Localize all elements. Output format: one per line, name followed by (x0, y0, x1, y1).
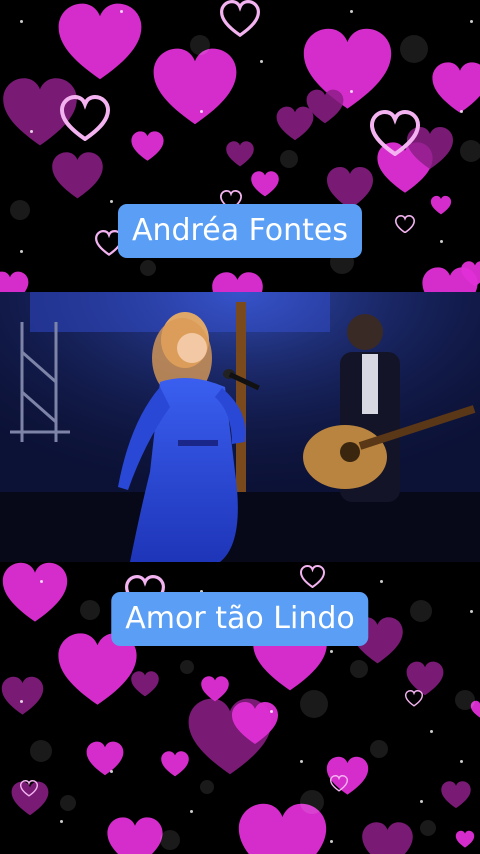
heart-icon (52, 152, 103, 199)
heart-icon (306, 89, 344, 124)
bokeh-light (190, 35, 210, 55)
sparkle (350, 10, 353, 13)
bokeh-light (180, 660, 194, 674)
bokeh-light (200, 780, 214, 794)
heart-icon (1, 676, 44, 715)
sparkle (460, 760, 463, 763)
sparkle (270, 710, 273, 713)
sparkle (440, 240, 443, 243)
heart-icon (441, 781, 471, 809)
sparkle (30, 130, 33, 133)
heart-icon (430, 195, 452, 215)
bokeh-light (300, 690, 328, 718)
bokeh-light (60, 795, 76, 811)
bokeh-light (30, 740, 52, 762)
sparkle (470, 610, 473, 613)
heart-icon (86, 741, 124, 776)
heart-icon (201, 676, 229, 702)
heart-icon (20, 780, 38, 797)
heart-icon (362, 822, 413, 854)
sparkle (420, 800, 423, 803)
heart-icon (131, 671, 159, 697)
heart-icon (107, 817, 163, 854)
heart-icon (330, 775, 348, 792)
heart-icon (220, 0, 260, 37)
heart-icon (131, 131, 164, 161)
heart-icon (432, 62, 480, 113)
bokeh-light (410, 600, 432, 622)
bokeh-light (160, 830, 180, 850)
heart-icon (60, 95, 110, 141)
bokeh-light (455, 690, 475, 710)
sparkle (60, 820, 63, 823)
bokeh-light (400, 35, 428, 63)
heart-icon (226, 141, 254, 167)
concert-scene (0, 292, 480, 562)
sparkle (330, 840, 333, 843)
bokeh-light (370, 740, 388, 758)
heart-icon (153, 48, 237, 125)
heart-icon (405, 690, 423, 707)
sparkle (460, 110, 463, 113)
bokeh-light (10, 200, 30, 220)
sparkle (330, 650, 333, 653)
bokeh-light (420, 820, 436, 836)
heart-icon (58, 3, 142, 80)
heart-icon (370, 110, 420, 156)
bokeh-light (460, 140, 480, 162)
sparkle (260, 60, 263, 63)
sparkle (470, 20, 473, 23)
bokeh-light (80, 600, 100, 620)
bokeh-light (350, 660, 368, 678)
video-frame[interactable] (0, 292, 480, 562)
heart-icon (161, 751, 189, 777)
heart-icon (395, 215, 415, 234)
sparkle (20, 20, 23, 23)
sparkle (300, 760, 303, 763)
sparkle (190, 810, 193, 813)
sparkle (380, 580, 383, 583)
artist-name-label: Andréa Fontes (117, 204, 363, 258)
sparkle (110, 200, 113, 203)
sparkle (350, 90, 353, 93)
heart-icon (455, 830, 475, 848)
bokeh-light (300, 790, 324, 814)
song-title-label: Amor tão Lindo (111, 592, 369, 646)
heart-icon (2, 562, 68, 622)
sparkle (120, 10, 123, 13)
sparkle (110, 770, 113, 773)
bokeh-light (140, 260, 156, 276)
heart-icon (232, 702, 278, 744)
sparkle (20, 250, 23, 253)
sparkle (20, 700, 23, 703)
sparkle (40, 580, 43, 583)
sparkle (200, 110, 203, 113)
heart-icon (300, 565, 325, 588)
bokeh-light (280, 150, 298, 168)
sparkle (430, 730, 433, 733)
heart-icon (251, 171, 279, 197)
